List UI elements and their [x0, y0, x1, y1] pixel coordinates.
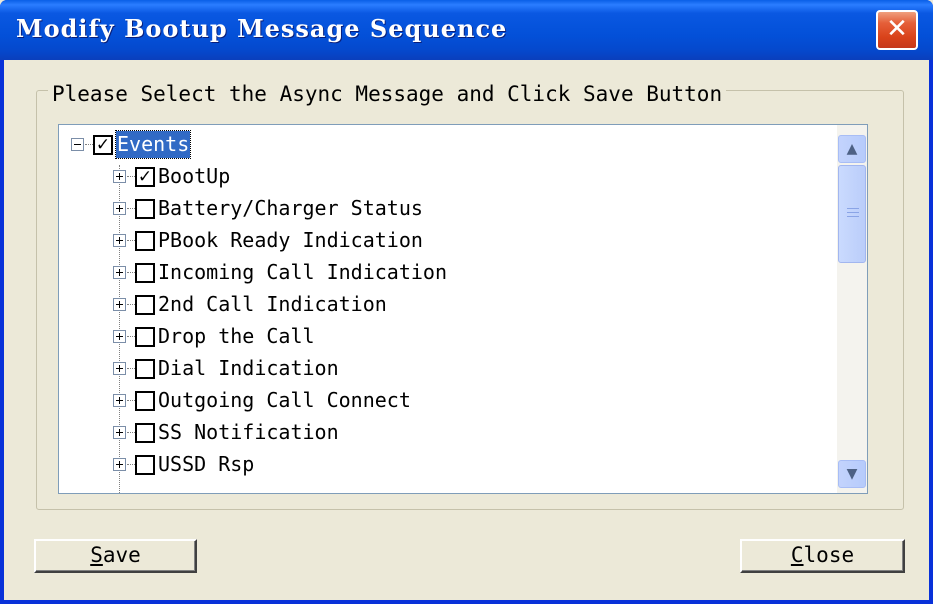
tree-connector: [127, 240, 135, 241]
grip-line: [847, 212, 859, 213]
checkmark-icon: ✓: [95, 135, 111, 155]
tree-item-label: BootUp: [158, 164, 231, 188]
grip-line: [847, 208, 859, 209]
tree-item-label: PBook Ready Indication: [158, 228, 423, 252]
close-mnemonic: C: [790, 543, 804, 567]
tree-item-checkbox[interactable]: [135, 327, 155, 347]
checkmark-icon: ✓: [137, 167, 153, 187]
save-mnemonic: S: [90, 543, 103, 567]
groupbox-legend: Please Select the Async Message and Clic…: [48, 83, 727, 105]
tree-item-label: Drop the Call: [158, 324, 315, 348]
tree-root-events[interactable]: ✓ Events: [59, 129, 837, 160]
tree-item-checkbox[interactable]: [135, 423, 155, 443]
tree-item-checkbox[interactable]: ✓: [135, 167, 155, 187]
tree-item-checkbox[interactable]: [135, 455, 155, 475]
tree-item[interactable]: SS Notification: [59, 417, 837, 448]
scroll-down-button[interactable]: ▼: [838, 460, 866, 488]
tree-item-checkbox[interactable]: [135, 359, 155, 379]
expand-icon[interactable]: [113, 170, 126, 183]
grip-line: [847, 216, 859, 217]
events-checkbox[interactable]: ✓: [93, 135, 113, 155]
tree-item-checkbox[interactable]: [135, 295, 155, 315]
tree-connector: [127, 432, 135, 433]
tree-item-checkbox[interactable]: [135, 391, 155, 411]
async-message-tree[interactable]: ✓ Events ✓ BootUp Battery/Charger Status PB…: [58, 124, 868, 494]
tree-item-checkbox[interactable]: [135, 199, 155, 219]
expand-icon[interactable]: [113, 266, 126, 279]
expand-icon[interactable]: [113, 458, 126, 471]
expand-icon[interactable]: [113, 298, 126, 311]
tree-connector: [127, 336, 135, 337]
tree-item[interactable]: PBook Ready Indication: [59, 225, 837, 256]
tree-connector: [127, 304, 135, 305]
tree-item[interactable]: Incoming Call Indication: [59, 257, 837, 288]
close-window-button[interactable]: ✕: [876, 10, 918, 50]
tree-connector: [85, 144, 93, 145]
chevron-up-icon: ▲: [846, 141, 858, 157]
tree-item[interactable]: ✓ BootUp: [59, 161, 837, 192]
tree-connector: [127, 208, 135, 209]
tree-item-label: 2nd Call Indication: [158, 292, 387, 316]
tree-item-label: Incoming Call Indication: [158, 260, 447, 284]
tree-item[interactable]: Outgoing Call Connect: [59, 385, 837, 416]
tree-item-label: USSD Rsp: [158, 452, 255, 476]
tree-item-checkbox[interactable]: [135, 231, 155, 251]
tree-item-label: Outgoing Call Connect: [158, 388, 411, 412]
scroll-thumb[interactable]: [838, 165, 866, 263]
title-bar[interactable]: Modify Bootup Message Sequence ✕: [0, 0, 933, 60]
save-button[interactable]: Save: [34, 539, 197, 573]
tree-item[interactable]: 2nd Call Indication: [59, 289, 837, 320]
scroll-up-button[interactable]: ▲: [838, 135, 866, 163]
chevron-down-icon: ▼: [846, 466, 858, 482]
expand-icon[interactable]: [113, 394, 126, 407]
save-label-rest: ave: [102, 543, 141, 567]
tree-root-label: Events: [114, 130, 192, 159]
tree-connector: [127, 272, 135, 273]
tree-item[interactable]: Battery/Charger Status: [59, 193, 837, 224]
close-label-rest: lose: [803, 543, 855, 567]
tree-connector: [127, 176, 135, 177]
collapse-icon[interactable]: [71, 138, 84, 151]
expand-icon[interactable]: [113, 362, 126, 375]
expand-icon[interactable]: [113, 234, 126, 247]
tree-item[interactable]: Drop the Call: [59, 321, 837, 352]
expand-icon[interactable]: [113, 330, 126, 343]
tree-item[interactable]: Dial Indication: [59, 353, 837, 384]
tree-item-label: Battery/Charger Status: [158, 196, 423, 220]
expand-icon[interactable]: [113, 426, 126, 439]
window-title: Modify Bootup Message Sequence: [16, 14, 508, 43]
tree-vertical-scrollbar[interactable]: ▲ ▼: [837, 125, 867, 493]
tree-connector: [127, 400, 135, 401]
expand-icon[interactable]: [113, 202, 126, 215]
close-icon: ✕: [886, 14, 908, 44]
tree-content: ✓ Events ✓ BootUp Battery/Charger Status PB…: [59, 125, 837, 493]
tree-item-label: SS Notification: [158, 420, 339, 444]
tree-item[interactable]: USSD Rsp: [59, 449, 837, 480]
tree-connector: [127, 368, 135, 369]
close-button[interactable]: Close: [740, 539, 905, 573]
tree-item-checkbox[interactable]: [135, 263, 155, 283]
tree-item-label: Dial Indication: [158, 356, 339, 380]
tree-connector: [127, 464, 135, 465]
